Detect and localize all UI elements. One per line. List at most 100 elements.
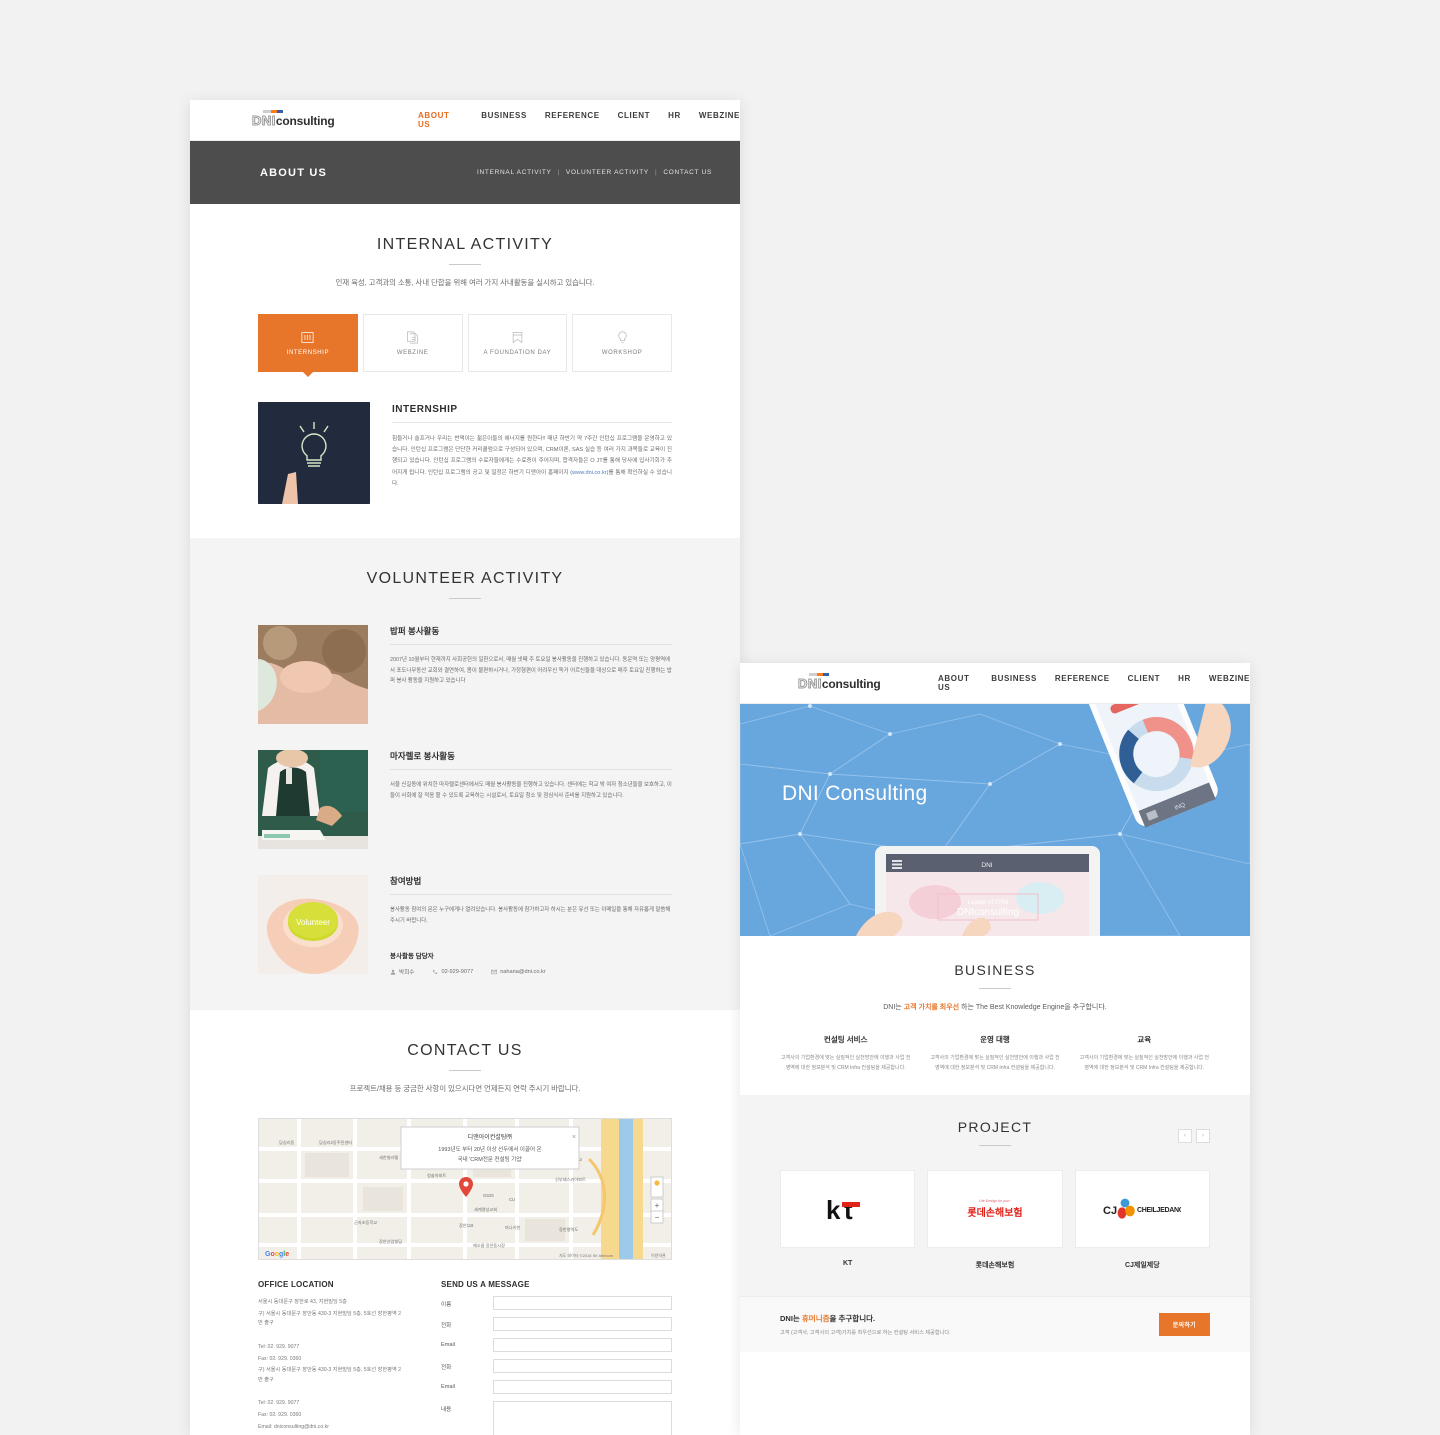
office-email[interactable]: Email: dniconsulting@dni.co.kr: [258, 1423, 403, 1433]
main-menu-2: ABOUT US BUSINESS REFERENCE CLIENT HR WE…: [938, 674, 1250, 692]
internal-activity-title: INTERNAL ACTIVITY: [376, 236, 554, 253]
top-navigation-bar: DNI consulting ABOUT US BUSINESS REFEREN…: [190, 100, 740, 141]
nav2-item-business[interactable]: BUSINESS: [991, 674, 1037, 692]
carousel-prev-button[interactable]: ‹: [1178, 1129, 1192, 1143]
site-logo[interactable]: DNI consulting: [252, 109, 335, 127]
phone-input-1[interactable]: [493, 1317, 672, 1332]
lotte-logo-text: 롯데손해보험: [967, 1208, 1023, 1219]
business-title: BUSINESS: [954, 962, 1036, 978]
logo-color-bar: [263, 109, 283, 113]
form-row-email-1: Email: [441, 1338, 672, 1353]
business-column-heading: 운영 대행: [980, 1035, 1010, 1044]
svg-text:CHEILJEDANG: CHEILJEDANG: [1137, 1207, 1181, 1214]
subnav-internal-activity[interactable]: INTERNAL ACTIVITY: [477, 169, 552, 176]
phone-icon: [433, 969, 438, 974]
contact-email-address: nahana@dni.co.kr: [500, 969, 546, 976]
project-section: PROJECT ‹ › k t KT Life Design for you~ …: [740, 1095, 1250, 1296]
project-card-cj[interactable]: CJ CHEILJEDANG CJ제일제당: [1074, 1170, 1210, 1270]
tab-label: WEBZINE: [396, 350, 429, 356]
documents-icon: [405, 330, 420, 345]
form-label: Email: [441, 1384, 455, 1391]
nav-item-webzine[interactable]: WEBZINE: [699, 111, 740, 129]
project-logo-box: k t: [780, 1170, 916, 1248]
name-input[interactable]: [493, 1296, 672, 1311]
logo-dni-text: DNI: [798, 675, 822, 691]
message-textarea[interactable]: [493, 1401, 672, 1435]
email-input-1[interactable]: [493, 1338, 672, 1353]
title-rule: [979, 988, 1011, 989]
tab-webzine[interactable]: WEBZINE: [362, 314, 463, 372]
svg-text:마나키친: 마나키친: [505, 1224, 521, 1231]
cj-cheiljedang-logo: CJ CHEILJEDANG: [1103, 1198, 1181, 1219]
title-rule: [449, 598, 481, 599]
form-label: 이름: [441, 1302, 452, 1309]
office-tel-1: Tel: 02. 929. 9077: [258, 1343, 300, 1350]
volunteer-title: 마자렐로 봉사활동: [390, 750, 672, 770]
map-info-window: 디앤아이컨설팅㈜ × 1993년도 부터 20년 이상 선두에서 이끌어 온 국…: [400, 1126, 580, 1170]
volunteer-photo-student: [258, 749, 368, 849]
tab-label: WORKSHOP: [601, 350, 643, 356]
nav2-item-about-us[interactable]: ABOUT US: [938, 674, 973, 692]
carousel-next-button[interactable]: ›: [1196, 1129, 1210, 1143]
volunteer-contact-row: 박희수 02-929-9077 nahana@dni.co.kr: [390, 968, 672, 976]
nav2-item-hr[interactable]: HR: [1178, 674, 1191, 692]
nav-item-business[interactable]: BUSINESS: [481, 111, 527, 129]
nav2-item-reference[interactable]: REFERENCE: [1055, 674, 1110, 692]
screenshot-stage: DNI consulting ABOUT US BUSINESS REFEREN…: [0, 0, 1440, 1435]
project-card-name: 롯데손해보험: [975, 1262, 1015, 1269]
inquiry-button[interactable]: 문의하기: [1158, 1313, 1210, 1336]
internship-article: INTERNSHIP 힘들거나 슬프거나 우리는 번쩍이는 젊은이들의 에너지를…: [258, 402, 672, 504]
office-fax-2: Fax: 02. 929. 0360: [258, 1412, 302, 1419]
svg-text:장안119: 장안119: [459, 1222, 474, 1228]
svg-text:CJ: CJ: [1103, 1205, 1117, 1217]
main-menu: ABOUT US BUSINESS REFERENCE CLIENT HR WE…: [418, 111, 740, 129]
home-page: DNI consulting ABOUT US BUSINESS REFEREN…: [740, 663, 1250, 1435]
subnav-contact-us[interactable]: CONTACT US: [663, 169, 712, 176]
business-column-consulting: 컨설팅 서비스 고객사의 기업환경에 맞는 실질적인 실천방안에 이행과 사업 …: [780, 1034, 911, 1073]
project-card-name: KT: [842, 1260, 853, 1267]
nav2-item-client[interactable]: CLIENT: [1128, 674, 1161, 692]
contact-phone[interactable]: 02-929-9077: [432, 969, 473, 975]
contact-phone-number: 02-929-9077: [441, 969, 474, 976]
project-card-kt[interactable]: k t KT: [780, 1170, 916, 1270]
person-icon: [390, 969, 396, 975]
title-rule: [449, 1070, 481, 1072]
subnav-separator: |: [557, 169, 560, 176]
phone-input-2[interactable]: [493, 1359, 672, 1374]
email-input-2[interactable]: [493, 1380, 672, 1395]
tab-a-foundation-day[interactable]: A FOUNDATION DAY: [467, 314, 568, 372]
dni-website-link[interactable]: www.dni.co.kr: [572, 470, 607, 476]
project-card-lotte[interactable]: Life Design for you~ 롯데손해보험 롯데손해보험: [927, 1170, 1063, 1270]
subnav-volunteer-activity[interactable]: VOLUNTEER ACTIVITY: [566, 169, 649, 176]
svg-text:Google: Google: [265, 1251, 289, 1258]
contact-email[interactable]: nahana@dni.co.kr: [491, 969, 546, 975]
lightbulb-icon: [615, 330, 630, 345]
nav-item-about-us[interactable]: ABOUT US: [418, 111, 463, 129]
lotte-logo-tagline: Life Design for you~: [978, 1199, 1012, 1203]
title-rule: [979, 1145, 1011, 1146]
contact-person: 박희수: [390, 968, 414, 976]
tab-internship[interactable]: INTERNSHIP: [258, 314, 358, 372]
nav-item-client[interactable]: CLIENT: [618, 111, 651, 129]
footer-heading: DNI는 휴머니즘을 추구합니다.: [780, 1314, 876, 1323]
logo-color-bar: [809, 672, 829, 676]
location-map[interactable]: 답십리동 답십리2동주민센터 세한빌라텔 청솔아파트 GS25 CU 세계명성교회 장안…: [258, 1118, 672, 1261]
internship-photo: [258, 402, 370, 504]
business-column-heading: 컨설팅 서비스: [823, 1035, 868, 1044]
nav-item-hr[interactable]: HR: [668, 111, 681, 129]
activity-tabs: INTERNSHIP WEBZINE A FOUNDATION DAY WORK…: [258, 314, 672, 372]
nav2-item-webzine[interactable]: WEBZINE: [1209, 674, 1250, 692]
site-logo-2[interactable]: DNI consulting: [798, 672, 881, 691]
office-address-2: 구) 서울시 동대문구 장안동 430-3 지현빌딩 5층, 5호선 장한평역 …: [258, 1310, 402, 1327]
title-rule: [449, 264, 481, 265]
project-logo-box: CJ CHEILJEDANG: [1074, 1170, 1210, 1248]
footer-text-block: DNI는 휴머니즘을 추구합니다. 고객 (고객사, 고객사의 고객)가치를 최…: [780, 1313, 951, 1336]
bookmark-icon: [510, 330, 525, 345]
nav-item-reference[interactable]: REFERENCE: [545, 111, 600, 129]
lotte-insurance-logo: Life Design for you~ 롯데손해보험: [967, 1199, 1022, 1219]
svg-text:군자초등학교: 군자초등학교: [354, 1219, 377, 1226]
tab-workshop[interactable]: WORKSHOP: [572, 314, 672, 372]
volunteer-photo-elderly-hands: [258, 625, 368, 727]
send-message-heading: SEND US A MESSAGE: [441, 1280, 530, 1290]
message-form-block: SEND US A MESSAGE 이름 전화 Email 전화 Email 내…: [441, 1280, 672, 1435]
